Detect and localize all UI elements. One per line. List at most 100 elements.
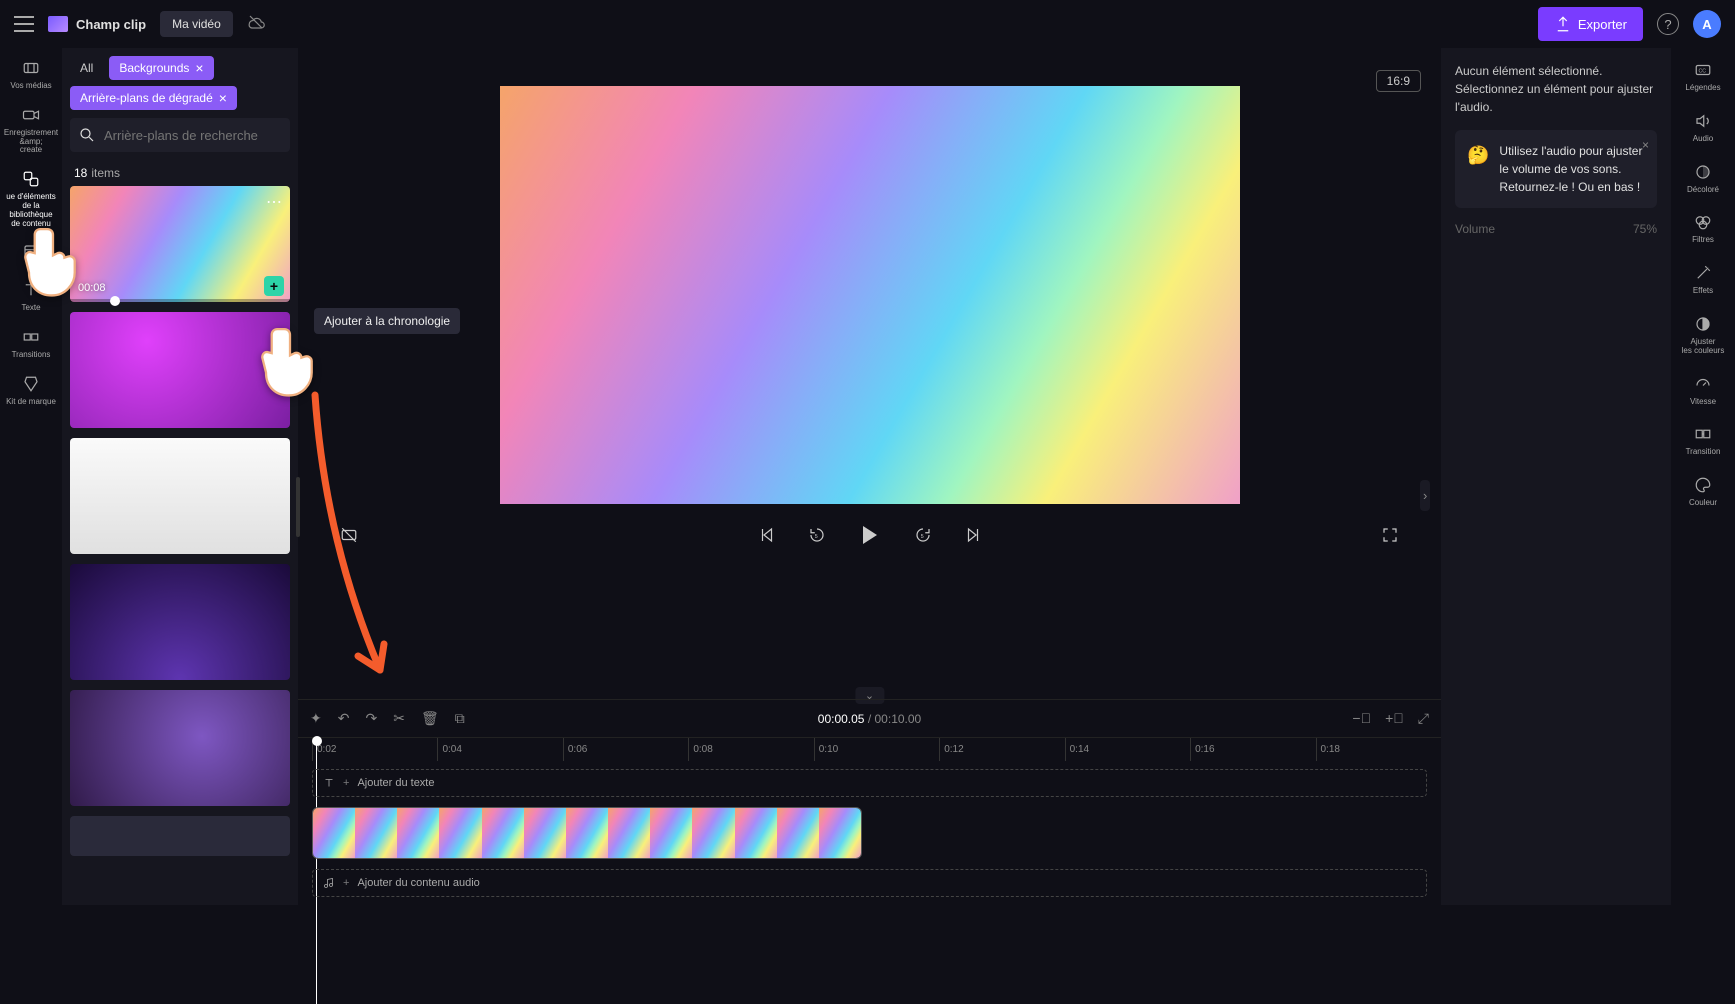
cc-icon: CC — [1693, 60, 1713, 80]
rail-effects[interactable]: Effets — [1672, 255, 1734, 304]
right-tool-rail: CCLégendes Audio Décoloré Filtres Effets… — [1671, 48, 1735, 905]
forward-icon[interactable]: 5 — [912, 524, 934, 546]
magic-tool-icon[interactable]: ✦ — [310, 710, 322, 727]
svg-text:CC: CC — [1699, 68, 1707, 74]
contrast-icon — [1693, 314, 1713, 334]
rewind-icon[interactable]: 5 — [806, 524, 828, 546]
redo-icon[interactable]: ↷ — [365, 710, 377, 727]
close-icon[interactable]: × — [219, 90, 227, 106]
ruler-mark: 0:06 — [563, 738, 688, 761]
annotation-hand-pointer — [255, 320, 325, 403]
user-avatar[interactable]: A — [1693, 10, 1721, 38]
expand-handle-icon[interactable]: › — [1420, 480, 1430, 511]
search-input[interactable] — [104, 128, 282, 143]
zoom-out-icon[interactable]: −⃝ — [1352, 710, 1371, 727]
svg-text:5: 5 — [814, 534, 817, 540]
ruler-mark: 0:04 — [437, 738, 562, 761]
fullscreen-icon[interactable] — [1379, 524, 1401, 546]
palette-icon — [1693, 475, 1713, 495]
media-item[interactable] — [70, 816, 290, 856]
timeline-toolbar: ✦ ↶ ↷ ✂ 🗑 ⧉ 00:00.05 / 00:10.00 −⃝ +⃝ ⤢ — [298, 699, 1441, 737]
chip-backgrounds[interactable]: Backgrounds × — [109, 56, 213, 80]
speed-icon — [1693, 374, 1713, 394]
add-timeline-tooltip: Ajouter à la chronologie — [314, 308, 460, 334]
item-count: 18items — [70, 160, 290, 186]
cloud-sync-icon[interactable] — [247, 13, 265, 36]
media-item-violet[interactable] — [70, 690, 290, 806]
add-to-timeline-button[interactable]: + — [264, 276, 284, 296]
timeline-timecode: 00:00.05 / 00:10.00 — [818, 712, 921, 726]
nav-your-media[interactable]: Vos médias — [1, 52, 61, 97]
text-track-dropzone[interactable]: + Ajouter du texte — [312, 769, 1427, 797]
transitions-icon — [21, 327, 41, 347]
app-name: Champ clip — [76, 17, 146, 32]
rail-audio[interactable]: Audio — [1672, 103, 1734, 152]
undo-icon[interactable]: ↶ — [338, 710, 350, 727]
effects-icon — [1693, 263, 1713, 283]
timeline-clip[interactable] — [312, 807, 862, 859]
aspect-ratio-button[interactable]: 16:9 — [1376, 70, 1421, 92]
search-input-wrapper[interactable] — [70, 118, 290, 152]
nav-record-create[interactable]: Enregistrement &amp; create — [1, 99, 61, 161]
help-icon[interactable]: ? — [1657, 13, 1679, 35]
filters-icon — [1693, 212, 1713, 232]
preview-canvas[interactable] — [500, 86, 1240, 504]
delete-icon[interactable]: 🗑 — [421, 710, 439, 727]
left-sidebar: Vos médias Enregistrement &amp; create u… — [0, 48, 62, 905]
play-button[interactable] — [856, 524, 884, 546]
ruler-mark: 0:10 — [814, 738, 939, 761]
video-title-button[interactable]: Ma vidéo — [160, 11, 233, 37]
rail-transition[interactable]: Transition — [1672, 416, 1734, 465]
no-selection-message: Aucun élément sélectionné. Sélectionnez … — [1455, 62, 1657, 116]
library-icon — [21, 169, 41, 189]
rail-adjust-colors[interactable]: Ajuster les couleurs — [1672, 306, 1734, 364]
audio-track-dropzone[interactable]: + Ajouter du contenu audio — [312, 869, 1427, 897]
speaker-icon — [1693, 111, 1713, 131]
timeline-tracks: + Ajouter du texte + Ajouter du contenu … — [298, 761, 1441, 905]
close-icon[interactable]: × — [195, 60, 203, 76]
rail-speed[interactable]: Vitesse — [1672, 366, 1734, 415]
tip-emoji-icon: 🤔 — [1467, 142, 1489, 196]
brand-kit-icon — [21, 374, 41, 394]
ruler-mark: 0:08 — [688, 738, 813, 761]
tip-box: 🤔 Utilisez l'audio pour ajuster le volum… — [1455, 130, 1657, 208]
hide-preview-icon[interactable] — [338, 524, 360, 546]
media-icon — [21, 58, 41, 78]
rail-filters[interactable]: Filtres — [1672, 204, 1734, 253]
more-icon[interactable]: ⋯ — [266, 192, 282, 212]
volume-row: Volume 75% — [1455, 222, 1657, 236]
rail-color[interactable]: Couleur — [1672, 467, 1734, 516]
cut-icon[interactable]: ✂ — [393, 710, 405, 727]
media-item-gradient-pastel[interactable]: ⋯ 00:08 + — [70, 186, 290, 302]
nav-brand-kit[interactable]: Kit de marque — [1, 368, 61, 413]
export-button[interactable]: Exporter — [1538, 7, 1643, 41]
ruler-mark: 0:14 — [1065, 738, 1190, 761]
properties-panel: Aucun élément sélectionné. Sélectionnez … — [1441, 48, 1671, 905]
skip-start-icon[interactable] — [756, 524, 778, 546]
ruler-mark: 0:02 — [312, 738, 437, 761]
ruler-mark: 0:12 — [939, 738, 1064, 761]
close-icon[interactable]: × — [1642, 136, 1649, 154]
skip-end-icon[interactable] — [962, 524, 984, 546]
zoom-in-icon[interactable]: +⃝ — [1385, 710, 1404, 727]
app-logo[interactable]: Champ clip — [48, 16, 146, 32]
center-area: 16:9 5 5 ⌄ ✦ ↶ — [298, 48, 1441, 905]
menu-icon[interactable] — [14, 14, 34, 34]
preview-scrubber[interactable] — [110, 296, 120, 306]
chip-all[interactable]: All — [70, 56, 103, 80]
rail-captions[interactable]: CCLégendes — [1672, 52, 1734, 101]
timeline-ruler[interactable]: 0:020:040:060:080:100:120:140:160:18 — [298, 737, 1441, 761]
camera-icon — [21, 105, 41, 125]
duplicate-icon[interactable]: ⧉ — [455, 710, 465, 727]
playhead[interactable] — [312, 736, 322, 746]
media-panel: All Backgrounds × Arrière-plans de dégra… — [62, 48, 298, 905]
fit-icon[interactable]: ⤢ — [1418, 710, 1429, 727]
media-item-white[interactable] — [70, 438, 290, 554]
svg-text:5: 5 — [920, 534, 923, 540]
chip-gradient-backgrounds[interactable]: Arrière-plans de dégradé × — [70, 86, 237, 110]
nav-transitions[interactable]: Transitions — [1, 321, 61, 366]
rail-fade[interactable]: Décoloré — [1672, 154, 1734, 203]
ruler-mark: 0:18 — [1316, 738, 1441, 761]
search-icon — [78, 126, 96, 144]
media-item-indigo[interactable] — [70, 564, 290, 680]
